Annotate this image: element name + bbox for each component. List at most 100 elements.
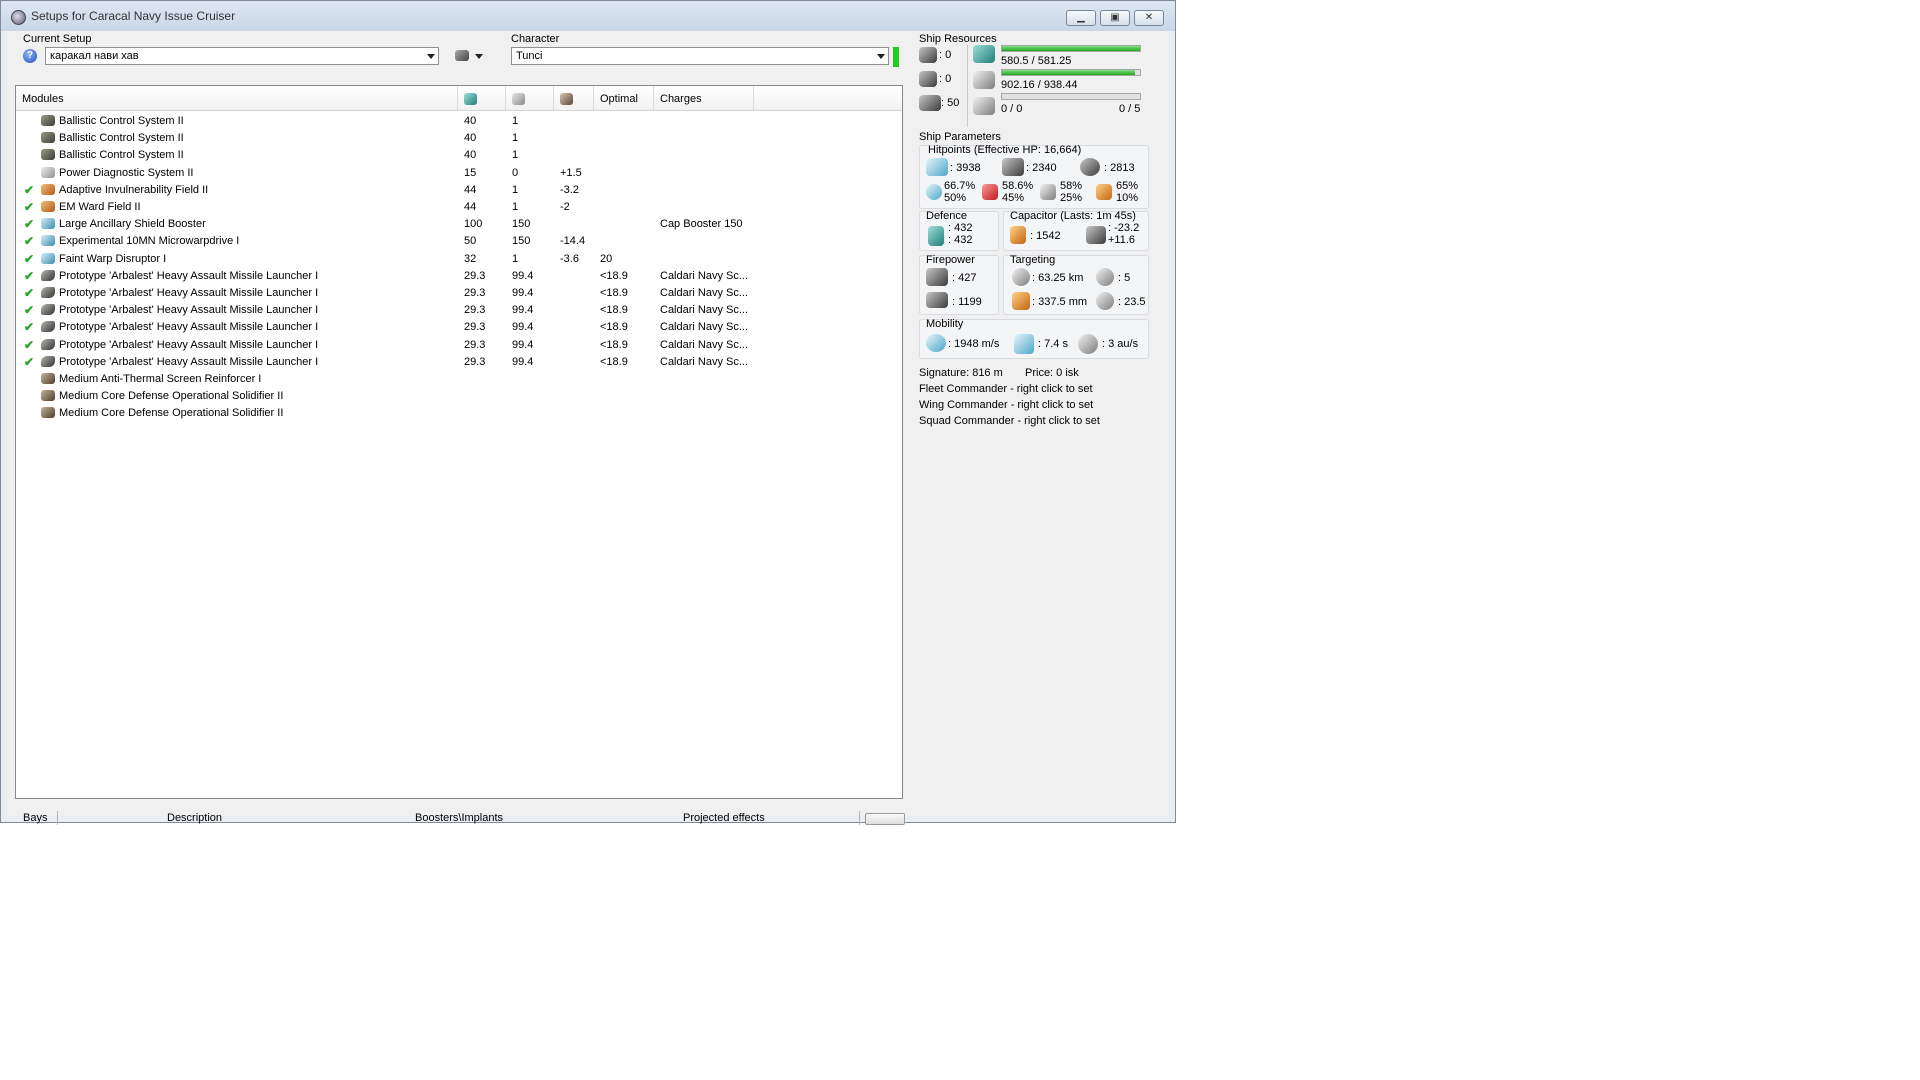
tab-scroll-button[interactable] xyxy=(865,813,905,825)
thermal-resist-shield: 58.6% xyxy=(1002,180,1034,192)
checkmark-icon[interactable]: ✔ xyxy=(24,320,34,334)
module-optimal: 20 xyxy=(600,252,613,265)
checkmark-icon[interactable]: ✔ xyxy=(24,286,34,300)
module-row[interactable]: Ballistic Control System II 40 1 xyxy=(16,113,902,130)
fleet-commander[interactable]: Fleet Commander - right click to set xyxy=(919,383,1093,395)
module-cpu: 50 xyxy=(464,235,477,248)
module-row[interactable]: Medium Anti-Thermal Screen Reinforcer I xyxy=(16,371,902,388)
dps-icon xyxy=(926,268,948,286)
col-header-capacitor[interactable] xyxy=(554,86,594,110)
capacitor-icon xyxy=(560,93,573,105)
module-row[interactable]: ✔ Large Ancillary Shield Booster 100 150 Cap… xyxy=(16,216,902,233)
module-row[interactable]: Ballistic Control System II 40 1 xyxy=(16,130,902,147)
checkmark-icon[interactable]: ✔ xyxy=(24,355,34,369)
checkmark-icon[interactable]: ✔ xyxy=(24,183,34,197)
checkmark-icon[interactable]: ✔ xyxy=(24,338,34,352)
module-name: Ballistic Control System II xyxy=(59,115,184,127)
maximize-button[interactable]: ▣ xyxy=(1100,10,1130,26)
setup-select[interactable]: каракал нави хав xyxy=(45,47,439,65)
capacitor-amount: : 1542 xyxy=(1030,230,1061,242)
capacitor-panel: Capacitor (Lasts: 1m 45s) : 1542 : -23.2… xyxy=(1003,210,1149,251)
module-row[interactable]: ✔ Adaptive Invulnerability Field II 44 1 -3.… xyxy=(16,182,902,199)
setup-tools-button[interactable] xyxy=(451,46,487,66)
tab-bays[interactable]: Bays xyxy=(23,812,47,824)
module-row[interactable]: Medium Core Defense Operational Solidifi… xyxy=(16,388,902,405)
module-powergrid: 99.4 xyxy=(512,338,534,351)
module-powergrid: 1 xyxy=(512,132,519,145)
module-row[interactable]: ✔ Prototype 'Arbalest' Heavy Assault Miss… xyxy=(16,285,902,302)
col-header-modules[interactable]: Modules xyxy=(16,86,458,110)
module-row[interactable]: ✔ Prototype 'Arbalest' Heavy Assault Miss… xyxy=(16,337,902,354)
drone-icon xyxy=(973,97,995,115)
powergrid-bar xyxy=(1001,69,1141,76)
tab-boosters-implants[interactable]: Boosters\Implants xyxy=(415,812,503,824)
module-icon xyxy=(41,338,55,350)
modules-list[interactable]: Modules Optimal Charges Ballistic Contro… xyxy=(15,85,903,799)
module-charge: Caldari Navy Sc... xyxy=(660,287,749,299)
module-row[interactable]: ✔ Faint Warp Disruptor I 32 1 -3.6 20 xyxy=(16,251,902,268)
help-icon[interactable]: ? xyxy=(23,49,37,63)
module-icon xyxy=(41,269,55,281)
sensor-strength: : 23.5 xyxy=(1118,296,1146,308)
scan-resolution-icon xyxy=(1012,292,1030,310)
module-icon xyxy=(41,355,55,367)
character-status-indicator xyxy=(893,47,899,67)
module-row[interactable]: ✔ Prototype 'Arbalest' Heavy Assault Miss… xyxy=(16,302,902,319)
wing-commander[interactable]: Wing Commander - right click to set xyxy=(919,399,1093,411)
module-icon xyxy=(41,218,55,230)
module-row[interactable]: ✔ Experimental 10MN Microwarpdrive I 50 150… xyxy=(16,233,902,250)
module-optimal: <18.9 xyxy=(600,355,628,368)
squad-commander[interactable]: Squad Commander - right click to set xyxy=(919,415,1100,427)
col-header-powergrid[interactable] xyxy=(506,86,554,110)
module-cpu: 29.3 xyxy=(464,338,486,351)
col-header-charges[interactable]: Charges xyxy=(654,86,754,110)
character-select-value: Tunci xyxy=(516,50,543,62)
module-icon xyxy=(41,201,55,212)
drone-bay-icon xyxy=(919,95,941,111)
module-icon xyxy=(41,287,55,298)
armor-hp: : 2340 xyxy=(1026,162,1057,174)
module-name: Prototype 'Arbalest' Heavy Assault Missi… xyxy=(59,269,319,282)
module-row[interactable]: ✔ Prototype 'Arbalest' Heavy Assault Miss… xyxy=(16,268,902,285)
minimize-button[interactable]: ▁ xyxy=(1066,10,1096,26)
col-header-cpu[interactable] xyxy=(458,86,506,110)
module-icon xyxy=(41,407,55,419)
tab-projected-effects[interactable]: Projected effects xyxy=(683,812,765,824)
checkmark-icon[interactable]: ✔ xyxy=(24,252,34,266)
sensor-strength-icon xyxy=(1096,292,1114,310)
checkmark-icon[interactable]: ✔ xyxy=(24,234,34,248)
checkmark-icon[interactable]: ✔ xyxy=(24,217,34,231)
chevron-down-icon xyxy=(877,54,885,59)
module-charge: Caldari Navy Sc... xyxy=(660,338,749,351)
module-icon xyxy=(41,183,55,195)
module-capacitor: -2 xyxy=(560,201,570,213)
module-row[interactable]: ✔ Prototype 'Arbalest' Heavy Assault Miss… xyxy=(16,319,902,336)
module-row[interactable]: Medium Core Defense Operational Solidifi… xyxy=(16,405,902,422)
tab-description[interactable]: Description xyxy=(167,812,222,824)
bottom-tabs: Bays Description Boosters\Implants Proje… xyxy=(7,809,907,827)
structure-hp: : 2813 xyxy=(1104,162,1135,174)
module-charge: Caldari Navy Sc... xyxy=(660,321,749,334)
module-optimal: <18.9 xyxy=(600,338,628,351)
title-bar[interactable]: Setups for Caracal Navy Issue Cruiser ▁ … xyxy=(1,1,1175,31)
module-optimal: <18.9 xyxy=(600,269,628,282)
character-select[interactable]: Tunci xyxy=(511,47,889,65)
checkmark-icon[interactable]: ✔ xyxy=(24,303,34,317)
col-header-optimal[interactable]: Optimal xyxy=(594,86,654,110)
module-row[interactable]: Power Diagnostic System II 15 0 +1.5 xyxy=(16,165,902,182)
app-icon xyxy=(11,10,26,25)
module-row[interactable]: Ballistic Control System II 40 1 xyxy=(16,147,902,164)
module-row[interactable]: ✔ EM Ward Field II 44 1 -2 xyxy=(16,199,902,216)
checkmark-icon[interactable]: ✔ xyxy=(24,269,34,283)
ship-resources-title: Ship Resources xyxy=(919,33,997,45)
module-row[interactable]: ✔ Prototype 'Arbalest' Heavy Assault Miss… xyxy=(16,354,902,371)
shield-hp: : 3938 xyxy=(950,162,981,174)
close-button[interactable]: ✕ xyxy=(1134,10,1164,26)
module-charge: Caldari Navy Sc... xyxy=(660,355,749,368)
explosive-resist-armor: 10% xyxy=(1116,192,1139,204)
module-name: Medium Core Defense Operational Solidifi… xyxy=(59,407,284,420)
capacitor-delta-bottom: +11.6 xyxy=(1108,234,1136,246)
cpu-bar xyxy=(1001,45,1141,52)
checkmark-icon[interactable]: ✔ xyxy=(24,200,34,214)
warp-speed: : 3 au/s xyxy=(1102,338,1139,350)
